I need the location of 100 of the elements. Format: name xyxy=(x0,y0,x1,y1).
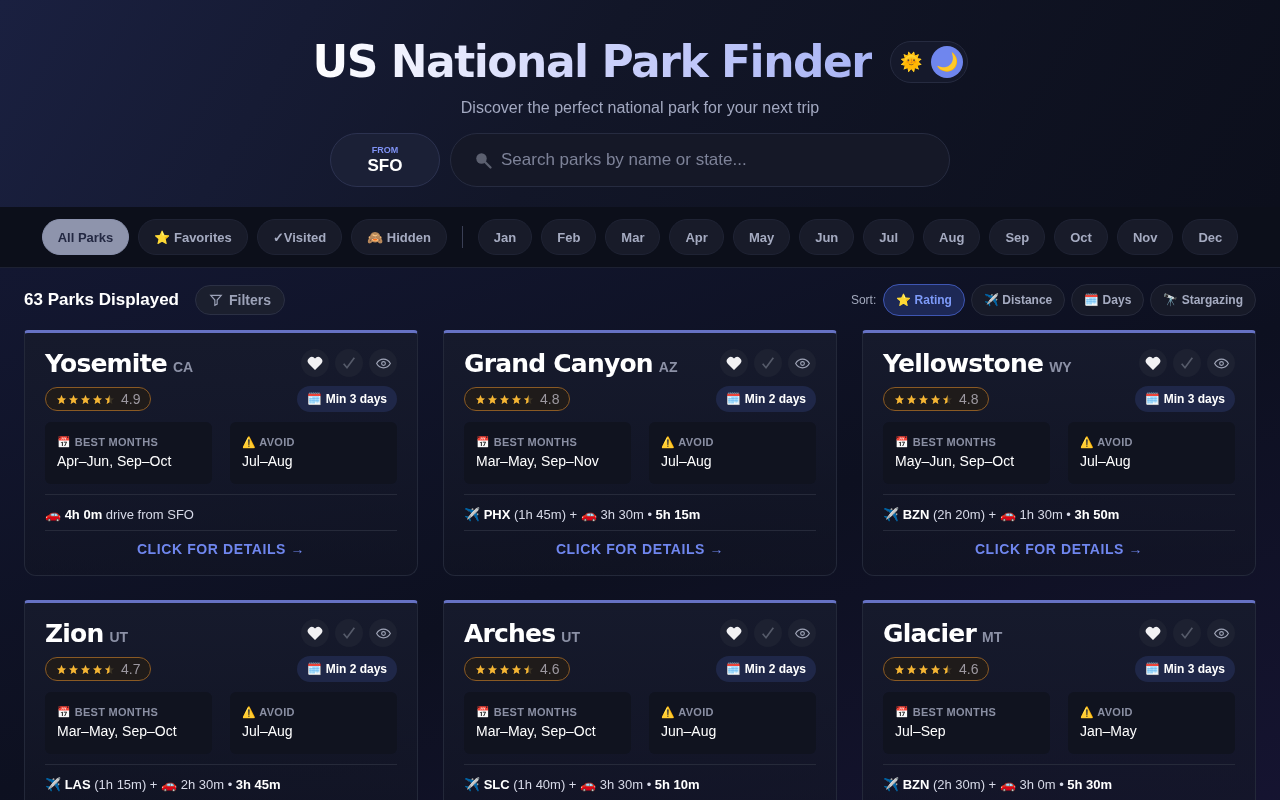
month-chip[interactable]: Feb xyxy=(541,219,597,255)
min-days-badge: 🗓 Min 2 days xyxy=(716,656,816,682)
filters-button[interactable]: Filters xyxy=(195,285,285,315)
info-label: 📅 BEST MONTHS xyxy=(57,706,159,719)
filter-chip[interactable]: ⭐ Favorites xyxy=(138,219,248,255)
check-icon xyxy=(760,355,776,371)
info-label: ⚠ AVOID xyxy=(242,436,296,449)
heart-icon xyxy=(307,626,323,640)
star-icon xyxy=(475,393,486,405)
search-field[interactable]: Search parks by name or state... xyxy=(450,133,950,187)
search-icon xyxy=(474,151,492,169)
eye-icon xyxy=(794,627,810,639)
favorite-button[interactable] xyxy=(301,349,329,377)
park-card[interactable]: Zion UT 4.7 🗓 Min 2 days 📅 BEST MONTHS Mar–May, Sep–Oct ⚠ AVOID Jul–Aug ✈ LAS (1h 15m) + 🚗 2h 30m • 3h 45m xyxy=(24,600,418,800)
month-chip[interactable]: Jul xyxy=(863,219,915,255)
park-state: AZ xyxy=(658,359,678,375)
star-icon xyxy=(930,663,941,675)
star-icon xyxy=(906,663,917,675)
funnel-icon xyxy=(209,293,223,307)
theme-toggle[interactable]: 🌞 🌙 xyxy=(889,40,968,83)
info-label: ⚠ AVOID xyxy=(661,436,715,449)
month-chip[interactable]: Nov xyxy=(1116,219,1174,255)
month-chip[interactable]: Jun xyxy=(799,219,855,255)
park-state: CA xyxy=(172,359,194,375)
sort-option[interactable]: 🔭 Stargazing xyxy=(1150,284,1256,316)
park-card[interactable]: Glacier MT 4.6 🗓 Min 3 days 📅 BEST MONTHS Jul–Sep ⚠ AVOID Jan–May ✈ BZN (2h 30m) + 🚗 3h 0m • 5h 30m xyxy=(862,600,1256,800)
month-chip[interactable]: May xyxy=(732,219,791,255)
park-name: Glacier xyxy=(883,619,977,648)
hide-button[interactable] xyxy=(788,349,816,377)
month-chip[interactable]: Oct xyxy=(1054,219,1108,255)
heart-icon xyxy=(726,356,742,370)
info-label: 📅 BEST MONTHS xyxy=(895,706,997,719)
details-link[interactable]: CLICK FOR DETAILS → xyxy=(464,530,816,557)
park-card[interactable]: Yellowstone WY 4.8 🗓 Min 3 days 📅 BEST MONTHS May–Jun, Sep–Oct ⚠ AVOID Jul–Aug ✈ BZN (2h 20m) + 🚗 1h 30m • 3h 50m CLICK FOR DETAILS → xyxy=(862,330,1256,576)
info-label: 📅 BEST MONTHS xyxy=(476,436,578,449)
info-label: 📅 BEST MONTHS xyxy=(895,436,997,449)
month-chip[interactable]: Mar xyxy=(605,219,661,255)
star-icon xyxy=(894,393,905,405)
park-card[interactable]: Grand Canyon AZ 4.8 🗓 Min 2 days 📅 BEST MONTHS Mar–May, Sep–Nov ⚠ AVOID Jul–Aug ✈ PHX (1h 45m) + 🚗 3h 30m • 5h 15m CLICK FOR DETAILS → xyxy=(443,330,837,576)
travel-time: ✈ SLC (1h 40m) + 🚗 3h 30m • 5h 10m xyxy=(464,764,816,800)
month-chip[interactable]: Apr xyxy=(669,219,724,255)
info-value: May–Jun, Sep–Oct xyxy=(895,453,1016,469)
check-icon xyxy=(341,355,357,371)
rating-value: 4.8 xyxy=(540,391,560,407)
month-chip[interactable]: Aug xyxy=(923,219,981,255)
info-label: 📅 BEST MONTHS xyxy=(57,436,159,449)
rating-value: 4.6 xyxy=(540,661,560,677)
sort-option[interactable]: ⭐ Rating xyxy=(883,284,965,316)
eye-icon xyxy=(794,357,810,369)
star-icon xyxy=(68,663,79,675)
theme-option[interactable]: 🌞 xyxy=(894,45,927,78)
filter-chip[interactable]: All Parks xyxy=(41,219,130,255)
park-state: UT xyxy=(109,629,129,645)
park-card[interactable]: Yosemite CA 4.9 🗓 Min 3 days 📅 BEST MONTHS Apr–Jun, Sep–Oct ⚠ AVOID Jul–Aug 🚗 4h 0m drive from SFO CLICK FOR DETAILS → xyxy=(24,330,418,576)
origin-button[interactable]: FROM SFO xyxy=(330,133,440,187)
favorite-button[interactable] xyxy=(720,619,748,647)
filter-chip[interactable]: ✓Visited xyxy=(256,219,343,255)
info-value: Apr–Jun, Sep–Oct xyxy=(57,453,173,469)
hide-button[interactable] xyxy=(788,619,816,647)
star-icon xyxy=(918,393,929,405)
sort-label: Sort: xyxy=(850,293,877,307)
favorite-button[interactable] xyxy=(720,349,748,377)
details-link[interactable]: CLICK FOR DETAILS → xyxy=(883,530,1235,557)
min-days-badge: 🗓 Min 2 days xyxy=(716,386,816,412)
favorite-button[interactable] xyxy=(301,619,329,647)
star-icon xyxy=(499,663,510,675)
info-value: Jul–Aug xyxy=(242,723,294,739)
favorite-button[interactable] xyxy=(1139,619,1167,647)
star-icon xyxy=(80,393,91,405)
star-icon xyxy=(56,393,67,405)
star-icon xyxy=(918,663,929,675)
hide-button[interactable] xyxy=(369,619,397,647)
check-icon xyxy=(1179,625,1195,641)
travel-time: 🚗 4h 0m drive from SFO xyxy=(45,494,397,530)
park-state: MT xyxy=(982,629,1003,645)
sort-option[interactable]: 🗓 Days xyxy=(1071,284,1145,316)
hide-button[interactable] xyxy=(1207,349,1235,377)
month-chip[interactable]: Dec xyxy=(1182,219,1239,255)
hide-button[interactable] xyxy=(369,349,397,377)
star-icon xyxy=(68,393,79,405)
park-card[interactable]: Arches UT 4.6 🗓 Min 2 days 📅 BEST MONTHS Mar–May, Sep–Oct ⚠ AVOID Jun–Aug ✈ SLC (1h 40m) + 🚗 3h 30m • 5h 10m xyxy=(443,600,837,800)
travel-time: ✈ BZN (2h 20m) + 🚗 1h 30m • 3h 50m xyxy=(883,494,1235,530)
details-link[interactable]: CLICK FOR DETAILS → xyxy=(45,530,397,557)
filter-chip[interactable]: 🙈 Hidden xyxy=(351,219,447,255)
hide-button[interactable] xyxy=(1207,619,1235,647)
month-chip[interactable]: Jan xyxy=(477,219,533,255)
sort-option[interactable]: ✈ Distance xyxy=(970,284,1066,316)
star-icon xyxy=(92,663,103,675)
month-chip[interactable]: Sep xyxy=(989,219,1046,255)
travel-time: ✈ PHX (1h 45m) + 🚗 3h 30m • 5h 15m xyxy=(464,494,816,530)
rating-value: 4.8 xyxy=(959,391,979,407)
check-icon xyxy=(1179,355,1195,371)
star-icon xyxy=(80,663,91,675)
park-state: UT xyxy=(561,629,580,645)
favorite-button[interactable] xyxy=(1139,349,1167,377)
travel-time: ✈ LAS (1h 15m) + 🚗 2h 30m • 3h 45m xyxy=(45,764,397,800)
heart-icon xyxy=(726,626,742,640)
info-label: ⚠ AVOID xyxy=(661,706,715,719)
star-icon xyxy=(511,663,522,675)
info-value: Jan–May xyxy=(1080,723,1138,739)
